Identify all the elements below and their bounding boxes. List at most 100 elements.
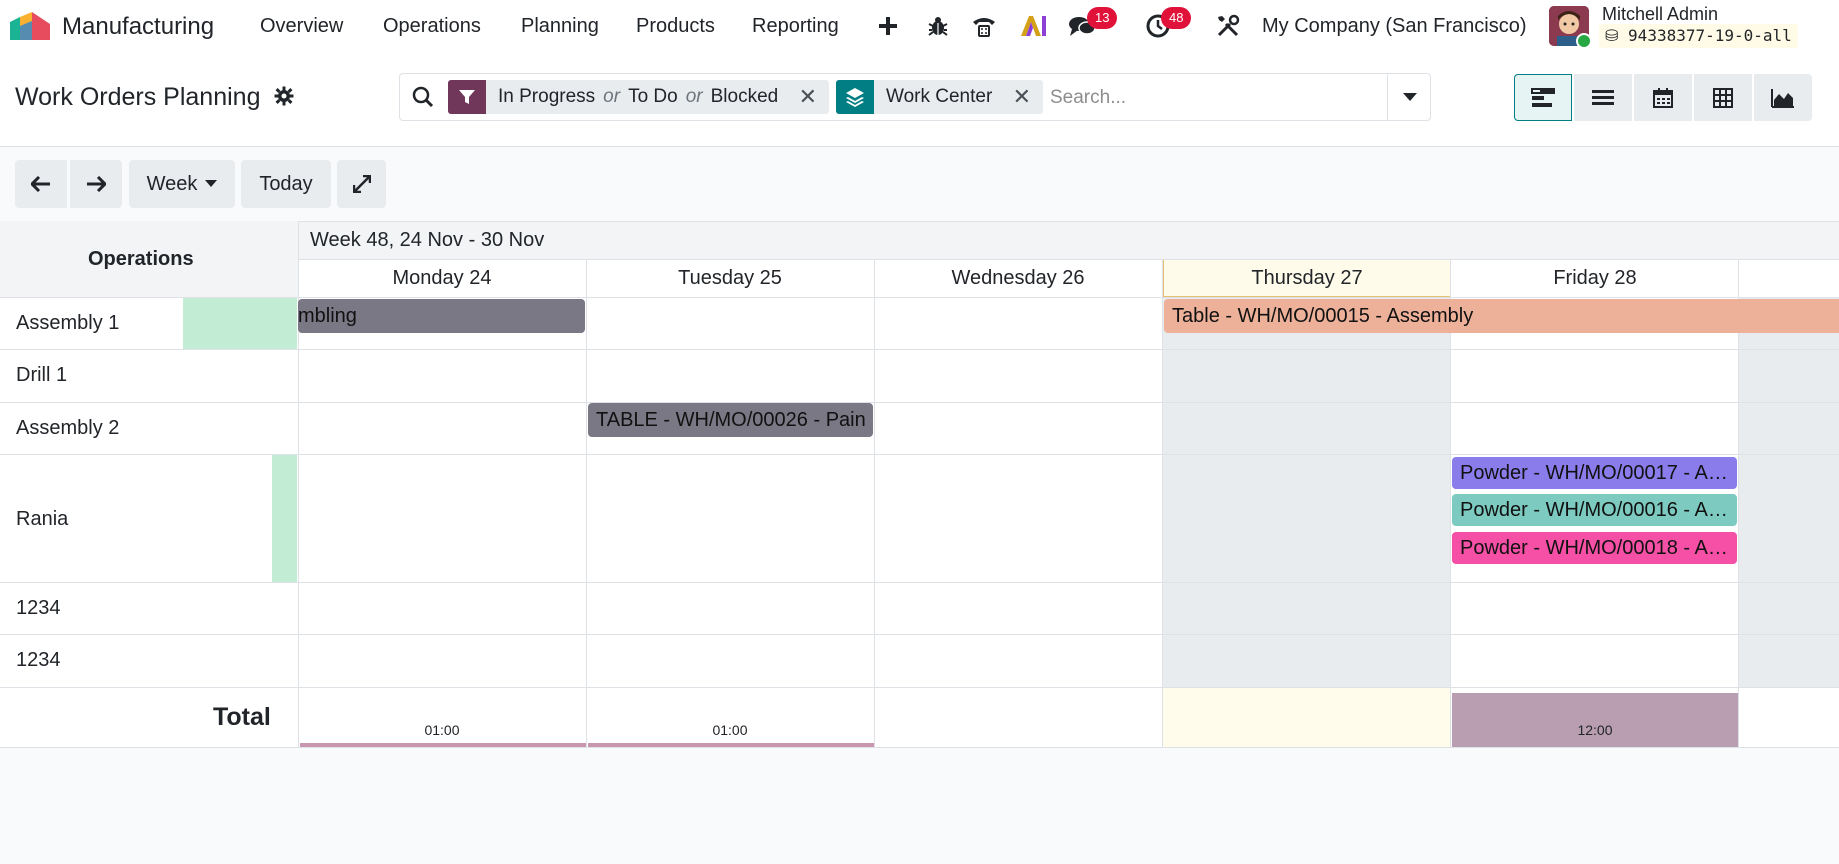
arrow-left-icon bbox=[31, 176, 50, 192]
period-label: Week 48, 24 Nov - 30 Nov bbox=[310, 229, 545, 251]
grid-line bbox=[0, 634, 1839, 635]
phone-icon[interactable] bbox=[970, 12, 998, 40]
grid-line bbox=[0, 747, 1839, 748]
row-assembly-1[interactable]: Assembly 1 bbox=[16, 312, 119, 335]
row-rania[interactable]: Rania bbox=[16, 508, 68, 531]
caret-down-icon bbox=[205, 180, 218, 187]
remove-filter-icon[interactable]: ✕ bbox=[799, 84, 817, 110]
row-assembly-2[interactable]: Assembly 2 bbox=[16, 417, 119, 440]
app-name[interactable]: Manufacturing bbox=[62, 13, 214, 41]
menu-operations[interactable]: Operations bbox=[383, 15, 481, 38]
total-bar bbox=[300, 743, 586, 747]
workload-bar bbox=[183, 298, 297, 349]
ai-icon[interactable] bbox=[1019, 12, 1047, 40]
row-1234[interactable]: 1234 bbox=[16, 597, 61, 620]
row-drill-1[interactable]: Drill 1 bbox=[16, 364, 67, 387]
previous-button[interactable] bbox=[15, 160, 67, 208]
gantt-view-button[interactable] bbox=[1514, 74, 1572, 121]
total-value-monday: 01:00 bbox=[424, 722, 460, 738]
calendar-view-button[interactable] bbox=[1634, 74, 1692, 121]
grid-line bbox=[586, 259, 587, 747]
grid-line bbox=[298, 259, 1839, 260]
search-input[interactable] bbox=[1048, 82, 1372, 114]
database-icon: ⛁ bbox=[1605, 26, 1619, 45]
pivot-view-button[interactable] bbox=[1694, 74, 1752, 121]
activities-badge: 48 bbox=[1161, 7, 1192, 29]
facet-value-blocked: Blocked bbox=[710, 86, 779, 107]
menu-overview[interactable]: Overview bbox=[260, 15, 343, 38]
gantt-icon bbox=[1531, 87, 1555, 107]
caret-down-icon bbox=[1403, 93, 1417, 101]
total-value-tuesday: 01:00 bbox=[712, 722, 748, 738]
pivot-icon bbox=[1713, 87, 1733, 108]
scale-dropdown[interactable]: Week bbox=[129, 160, 235, 208]
facet-value-to-do: To Do bbox=[628, 86, 678, 107]
today-button[interactable]: Today bbox=[241, 160, 331, 208]
today-total-highlight bbox=[1163, 687, 1451, 747]
list-icon bbox=[1592, 89, 1614, 105]
scale-label: Week bbox=[146, 172, 198, 195]
menu-planning[interactable]: Planning bbox=[521, 15, 599, 38]
company-switcher[interactable]: My Company (San Francisco) bbox=[1262, 15, 1527, 38]
search-options-toggle[interactable] bbox=[1387, 73, 1432, 121]
facet-value-work-center: Work Center bbox=[886, 86, 993, 107]
gear-icon[interactable] bbox=[274, 86, 294, 112]
layers-icon bbox=[836, 80, 874, 114]
tools-icon[interactable] bbox=[1214, 12, 1242, 40]
list-view-button[interactable] bbox=[1574, 74, 1632, 121]
graph-view-button[interactable] bbox=[1754, 74, 1812, 121]
facet-or: or bbox=[603, 86, 621, 107]
messages-badge: 13 bbox=[1087, 7, 1118, 29]
next-button[interactable] bbox=[70, 160, 122, 208]
work-order-pill[interactable]: mbling bbox=[298, 299, 585, 333]
facet-value-in-progress: In Progress bbox=[498, 86, 596, 107]
calendar-icon bbox=[1653, 87, 1673, 108]
day-header-monday: Monday 24 bbox=[392, 267, 492, 289]
work-order-pill[interactable]: Powder - WH/MO/00016 - Assembly bbox=[1452, 494, 1737, 526]
search-icon[interactable] bbox=[412, 86, 434, 113]
work-order-pill[interactable]: TABLE - WH/MO/00026 - Pain bbox=[588, 403, 873, 437]
plus-icon[interactable] bbox=[874, 12, 902, 40]
day-header-friday: Friday 28 bbox=[1553, 267, 1637, 289]
grid-line bbox=[874, 259, 875, 747]
bug-icon[interactable] bbox=[924, 12, 952, 40]
day-header-saturday: Sa bbox=[1739, 260, 1839, 297]
group-header: Operations bbox=[88, 248, 194, 270]
facet-or: or bbox=[685, 86, 703, 107]
work-order-pill[interactable]: Powder - WH/MO/00017 - Assembly bbox=[1452, 457, 1737, 489]
workload-bar bbox=[272, 455, 297, 582]
remove-groupby-icon[interactable]: ✕ bbox=[1013, 84, 1031, 110]
work-order-pill[interactable]: Table - WH/MO/00015 - Assembly bbox=[1164, 299, 1839, 333]
groupby-facet[interactable]: Work Center ✕ bbox=[836, 80, 1043, 114]
day-header-tuesday: Tuesday 25 bbox=[678, 267, 782, 289]
saturday-column-bg bbox=[1739, 297, 1839, 687]
thursday-column-bg bbox=[1163, 297, 1451, 687]
day-header-wednesday: Wednesday 26 bbox=[951, 267, 1085, 289]
page-title: Work Orders Planning bbox=[15, 83, 261, 111]
user-name[interactable]: Mitchell Admin bbox=[1602, 4, 1718, 25]
grid-line bbox=[0, 687, 1839, 688]
grid-line bbox=[0, 349, 1839, 350]
total-bar bbox=[588, 743, 874, 747]
filter-icon bbox=[448, 80, 486, 114]
expand-icon bbox=[352, 175, 371, 193]
main-navbar: Manufacturing Overview Operations Planni… bbox=[0, 0, 1839, 52]
manufacturing-app-icon[interactable] bbox=[10, 12, 50, 40]
arrow-right-icon bbox=[87, 176, 106, 192]
area-chart-icon bbox=[1771, 88, 1794, 108]
row-1234[interactable]: 1234 bbox=[16, 649, 61, 672]
total-value-friday: 12:00 bbox=[1577, 722, 1613, 738]
grid-line bbox=[0, 402, 1839, 403]
grid-line bbox=[0, 582, 1839, 583]
online-status-dot bbox=[1576, 33, 1592, 49]
menu-products[interactable]: Products bbox=[636, 15, 715, 38]
filter-facet[interactable]: In Progress or To Do or Blocked ✕ bbox=[448, 80, 829, 114]
work-order-pill[interactable]: Powder - WH/MO/00018 - Assembly bbox=[1452, 532, 1737, 564]
database-name: ⛁ 94338377-19-0-all bbox=[1599, 24, 1798, 48]
total-label: Total bbox=[213, 703, 271, 731]
grid-line bbox=[1162, 259, 1163, 747]
day-header-thursday: Thursday 27 bbox=[1251, 267, 1363, 289]
menu-reporting[interactable]: Reporting bbox=[752, 15, 839, 38]
database-label: 94338377-19-0-all bbox=[1628, 26, 1792, 45]
expand-button[interactable] bbox=[337, 160, 386, 208]
